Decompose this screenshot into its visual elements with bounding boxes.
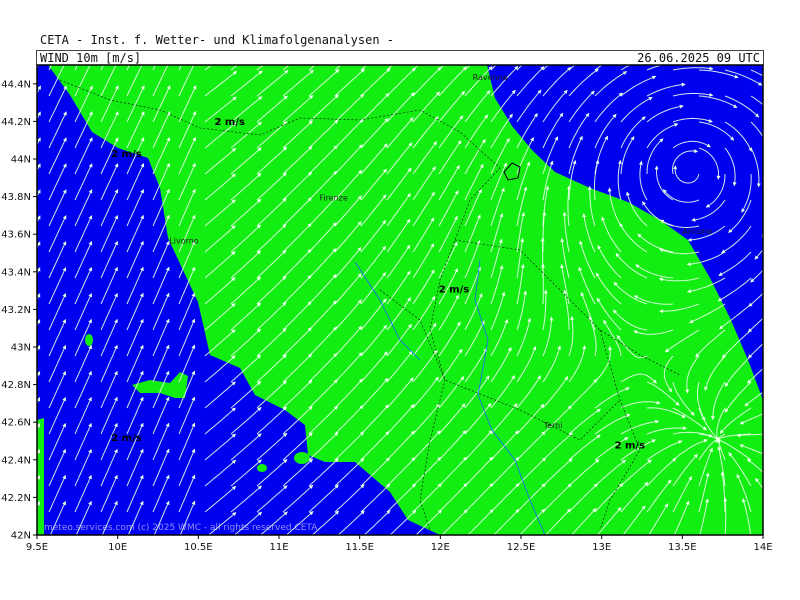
y-tick-label: 43.4N xyxy=(1,267,31,278)
speed-label: 2 m/s xyxy=(111,433,142,444)
speed-label: 2 m/s xyxy=(214,117,245,128)
city-label: Livorno xyxy=(169,237,199,246)
x-axis: 9.5E 10E 10.5E 11E 11.5E 12E 12.5E 13E 13.5E 14E xyxy=(26,535,773,553)
corsica-coast xyxy=(37,418,44,535)
wind-map: 9.5E 10E 10.5E 11E 11.5E 12E 12.5E 13E 13.5E 14E … xyxy=(1,64,800,553)
x-tick-label: 13E xyxy=(592,542,611,553)
speed-label: 2 m/s xyxy=(439,284,470,295)
x-tick-label: 9.5E xyxy=(26,542,48,553)
city-label: Firenze xyxy=(319,193,348,202)
streamline xyxy=(784,503,800,538)
y-tick-label: 44N xyxy=(11,155,31,166)
streamline xyxy=(769,382,800,402)
x-tick-label: 11E xyxy=(269,542,288,553)
streamline xyxy=(765,448,800,460)
streamline xyxy=(772,356,800,381)
streamline xyxy=(777,70,800,94)
streamline xyxy=(782,252,800,286)
y-tick-label: 43.6N xyxy=(1,230,31,241)
x-tick-label: 13.5E xyxy=(668,542,697,553)
city-label: Terni xyxy=(543,421,563,430)
map-plot-area xyxy=(37,65,800,538)
streamline xyxy=(779,278,800,310)
y-tick-label: 44.2N xyxy=(1,117,31,128)
streamline xyxy=(762,432,763,437)
x-tick-label: 10.5E xyxy=(184,542,213,553)
y-tick-label: 43N xyxy=(11,343,31,354)
speed-label: 2 m/s xyxy=(111,149,142,160)
y-tick-label: 43.8N xyxy=(1,192,31,203)
streamline xyxy=(777,482,800,512)
streamline xyxy=(794,200,800,239)
streamline xyxy=(765,408,800,420)
watermark-text: meteo.services.com (c) 2025 WMC - all ri… xyxy=(44,523,318,533)
y-tick-label: 42.2N xyxy=(1,493,31,504)
streamline xyxy=(777,96,800,126)
giglio-island xyxy=(257,464,267,472)
streamline xyxy=(773,174,778,213)
x-tick-label: 11.5E xyxy=(345,542,374,553)
y-tick-label: 43.2N xyxy=(1,305,31,316)
streamline xyxy=(761,232,763,238)
city-label: Ravenna xyxy=(473,73,508,82)
y-axis: 42N 42.2N 42.4N 42.6N 42.8N 43N 43.2N 43.4N 43.6… xyxy=(1,79,37,542)
argentario-promontory xyxy=(294,452,310,464)
y-tick-label: 44.4N xyxy=(1,79,31,90)
x-tick-label: 14E xyxy=(753,542,772,553)
capraia-island xyxy=(85,334,93,346)
y-tick-label: 42.8N xyxy=(1,380,31,391)
streamline xyxy=(762,500,763,505)
x-tick-label: 12E xyxy=(431,542,450,553)
streamline xyxy=(770,463,800,486)
streamline xyxy=(774,330,800,358)
city-label: Ancona xyxy=(682,227,712,236)
speed-label: 2 m/s xyxy=(615,441,646,452)
x-tick-label: 12.5E xyxy=(507,542,536,553)
streamline xyxy=(777,122,796,157)
streamline xyxy=(787,226,800,262)
y-tick-label: 42N xyxy=(11,531,31,542)
streamline xyxy=(777,148,785,187)
streamline xyxy=(776,304,800,334)
y-tick-label: 42.4N xyxy=(1,455,31,466)
y-tick-label: 42.6N xyxy=(1,418,31,429)
x-tick-label: 10E xyxy=(108,542,127,553)
